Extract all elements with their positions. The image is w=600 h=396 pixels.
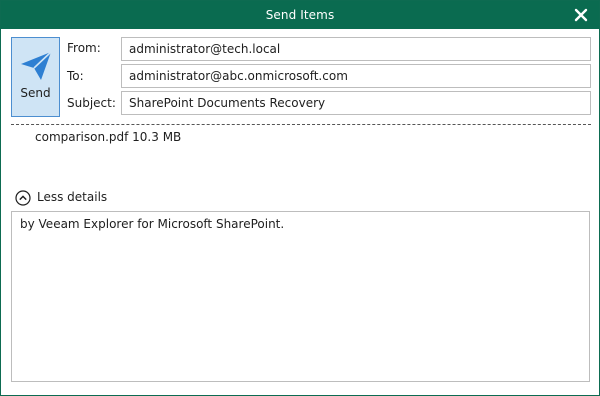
send-button-label: Send: [20, 86, 51, 100]
from-label: From:: [67, 41, 101, 55]
chevron-up-circle-icon: [15, 190, 31, 206]
subject-field[interactable]: [121, 91, 591, 115]
close-icon: [574, 8, 588, 22]
send-button[interactable]: Send: [11, 37, 60, 117]
dialog-title: Send Items: [265, 8, 335, 22]
message-body[interactable]: by Veeam Explorer for Microsoft SharePoi…: [11, 211, 590, 382]
attachment-item[interactable]: comparison.pdf 10.3 MB: [35, 130, 181, 144]
header-separator: [11, 124, 591, 125]
less-details-label: Less details: [37, 190, 108, 204]
paper-plane-icon: [21, 51, 52, 80]
to-label: To:: [67, 69, 84, 83]
from-field[interactable]: [121, 37, 591, 61]
subject-label: Subject:: [67, 96, 116, 110]
title-bar: Send Items: [1, 1, 599, 29]
to-field[interactable]: [121, 64, 591, 88]
close-button[interactable]: [573, 7, 589, 23]
send-items-dialog: Send Items Send From: To: Subject: compa…: [0, 0, 600, 396]
